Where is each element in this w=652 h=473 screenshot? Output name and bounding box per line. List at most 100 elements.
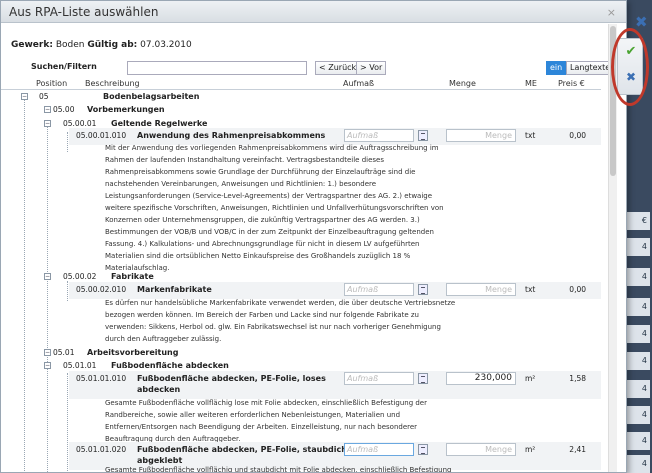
long-text-line: Materialien sind die ortsüblichen Netto … (105, 252, 411, 260)
long-text-line: Gesamte Fußbodenfläche vollflächig lose … (105, 399, 427, 407)
long-text-line: Konzernen oder Unternehmensgruppen, die … (105, 216, 420, 224)
aufmass-input[interactable]: Aufmaß (344, 129, 414, 142)
position-number: 05.00.02 (63, 272, 97, 281)
background-cell: € (624, 212, 650, 230)
background-cell: 4 (624, 432, 650, 450)
background-cell: 4 (624, 406, 650, 424)
long-text-line: bezogen werden können. Im Bereich der Fa… (105, 311, 419, 319)
price: 0,00 (569, 285, 586, 294)
position-label: Fabrikate (111, 272, 154, 281)
long-text-line: nachstehenden Vereinbarungen, Anweisunge… (105, 180, 377, 188)
langtexte-on-toggle[interactable]: ein (546, 61, 567, 75)
long-text-line: Randbereiche, sowie aller weiteren erfor… (105, 411, 401, 419)
outer-close-icon[interactable]: ✖ (635, 14, 651, 30)
long-text: Es dürfen nur handelsübliche Markenfabri… (105, 297, 455, 345)
gewerk-info: Gewerk: Boden Gültig ab: 07.03.2010 (11, 40, 192, 50)
tree-line (47, 120, 48, 350)
search-row: Suchen/Filtern < Zurück > Vor ein Langte… (1, 59, 626, 79)
collapse-icon[interactable]: − (44, 273, 51, 280)
price: 1,58 (569, 374, 586, 383)
highlight-ellipse (611, 28, 649, 106)
long-text-line: Rahmen der laufenden Instandhaltung vere… (105, 156, 384, 164)
long-text-line: Entfernen/Entsorgen nach Beendigung der … (105, 423, 418, 431)
background-cell: 4 (624, 352, 650, 370)
menge-input[interactable]: Menge (446, 443, 516, 456)
position-label: Fußbodenfläche abdecken (111, 361, 229, 370)
position-number: 05.01.01.020 (76, 445, 127, 454)
position-number: 05 (39, 92, 49, 101)
position-label: Arbeitsvorbereitung (87, 348, 179, 357)
tree-line (24, 98, 25, 472)
collapse-icon[interactable]: − (44, 349, 51, 356)
background-cell: 4 (624, 455, 650, 473)
long-text-line: verwenden: Sikkens, Herbol od. glw. Ein … (105, 323, 441, 331)
close-icon[interactable]: × (607, 6, 616, 19)
position-number: 05.01.01.010 (76, 374, 127, 383)
position-number: 05.00.02.010 (76, 285, 127, 294)
collapse-icon[interactable]: − (44, 120, 51, 127)
calculator-icon[interactable] (418, 130, 428, 141)
tree-line (67, 132, 68, 152)
menge-input[interactable]: Menge (446, 283, 516, 296)
long-text-line: Gesamte Fußbodenfläche vollflächig und s… (105, 466, 452, 473)
tree-line (67, 373, 68, 472)
langtexte-toggle[interactable]: Langtexte (566, 61, 615, 75)
collapse-icon[interactable]: − (21, 93, 28, 100)
unit: txt (525, 285, 536, 294)
menge-input[interactable]: 230,000 (446, 372, 516, 385)
unit: m² (525, 445, 536, 454)
position-number: 05.01 (53, 348, 75, 357)
aufmass-input[interactable]: Aufmaß (344, 443, 414, 456)
tree-line (47, 354, 48, 472)
background-cell: 4 (624, 238, 650, 256)
aufmass-input[interactable]: Aufmaß (344, 283, 414, 296)
back-button[interactable]: < Zurück (315, 61, 361, 75)
dialog-title: Aus RPA-Liste auswählen (9, 5, 159, 19)
aufmass-input[interactable]: Aufmaß (344, 372, 414, 385)
rpa-dialog: Aus RPA-Liste auswählen × Gewerk: Boden … (0, 0, 627, 473)
position-label: Vorbemerkungen (87, 105, 165, 114)
collapse-icon[interactable]: − (44, 106, 51, 113)
position-label: Anwendung des Rahmenpreisabkommens (137, 131, 326, 140)
menge-input[interactable]: Menge (446, 129, 516, 142)
search-label: Suchen/Filtern (31, 62, 97, 71)
long-text-line: Rahmenpreisabkommens sowie Grundlage der… (105, 168, 416, 176)
background-cell: 4 (624, 325, 650, 343)
calculator-icon[interactable] (418, 284, 428, 295)
gueltig-value: 07.03.2010 (140, 40, 192, 50)
position-number: 05.00.01 (63, 119, 97, 128)
long-text-line: Bestimmungen der VOB/B und VOB/C in der … (105, 228, 434, 236)
position-label: Markenfabrikate (137, 285, 212, 294)
price: 2,41 (569, 445, 586, 454)
calculator-icon[interactable] (418, 444, 428, 455)
search-input[interactable] (127, 61, 307, 75)
unit: txt (525, 131, 536, 140)
gueltig-label: Gültig ab: (87, 40, 138, 50)
unit: m² (525, 374, 536, 383)
position-number: 05.00 (53, 105, 75, 114)
long-text-line: durch den Auftraggeber zulässig. (105, 335, 222, 343)
position-number: 05.00.01.010 (76, 131, 127, 140)
calculator-icon[interactable] (418, 373, 428, 384)
long-text: Mit der Anwendung des vorliegenden Rahme… (105, 142, 444, 274)
price: 0,00 (569, 131, 586, 140)
position-label: Bodenbelagsarbeiten (103, 92, 200, 101)
long-text-line: Leistungsanforderungen (Service-Level-Ag… (105, 192, 433, 200)
long-text-line: Es dürfen nur handelsübliche Markenfabri… (105, 299, 456, 307)
gewerk-value: Boden (55, 40, 85, 50)
long-text: Gesamte Fußbodenfläche vollflächig und s… (105, 464, 452, 473)
forward-button[interactable]: > Vor (356, 61, 387, 75)
background-cell: 4 (624, 298, 650, 316)
background-cell: 4 (624, 268, 650, 286)
position-label: Fußbodenfläche abdecken, PE-Folie, staub… (137, 445, 351, 454)
long-text-line: Fassung. 4.) Kalkulations- und Abrechnun… (105, 240, 420, 248)
gewerk-label: Gewerk: (11, 40, 53, 50)
position-label: Fußbodenfläche abdecken, PE-Folie, loses (137, 374, 326, 383)
collapse-icon[interactable]: − (44, 362, 51, 369)
long-text-line: Mit der Anwendung des vorliegenden Rahme… (105, 144, 439, 152)
position-label-cont: abdecken (137, 385, 181, 394)
long-text-line: weitere spezifische Vorschriften, Anweis… (105, 204, 444, 212)
dialog-titlebar[interactable]: Aus RPA-Liste auswählen × (1, 1, 626, 23)
tree-line (67, 281, 68, 301)
position-number: 05.01.01 (63, 361, 97, 370)
